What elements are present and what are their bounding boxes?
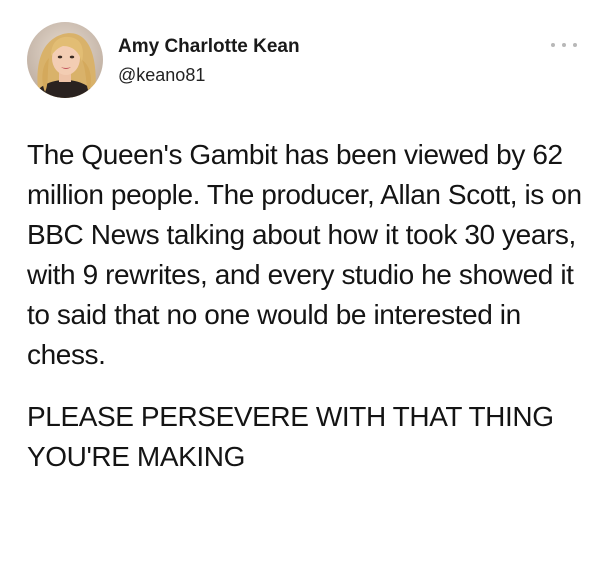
tweet-paragraph: PLEASE PERSEVERE WITH THAT THING YOU'RE … <box>27 401 554 472</box>
more-options-icon <box>551 43 555 47</box>
author-display-name[interactable]: Amy Charlotte Kean <box>118 36 300 58</box>
tweet-text: The Queen's Gambit has been viewed by 62… <box>27 135 582 477</box>
tweet-paragraph: The Queen's Gambit has been viewed by 62… <box>27 139 582 370</box>
more-options-button[interactable] <box>551 38 577 52</box>
author-handle[interactable]: @keano81 <box>118 65 205 86</box>
tweet-card: Amy Charlotte Kean @keano81 The Queen's … <box>0 0 600 580</box>
more-options-icon-dot <box>573 43 577 47</box>
more-options-icon-dot <box>562 43 566 47</box>
author-avatar[interactable] <box>27 22 103 98</box>
profile-photo-icon <box>27 22 103 98</box>
